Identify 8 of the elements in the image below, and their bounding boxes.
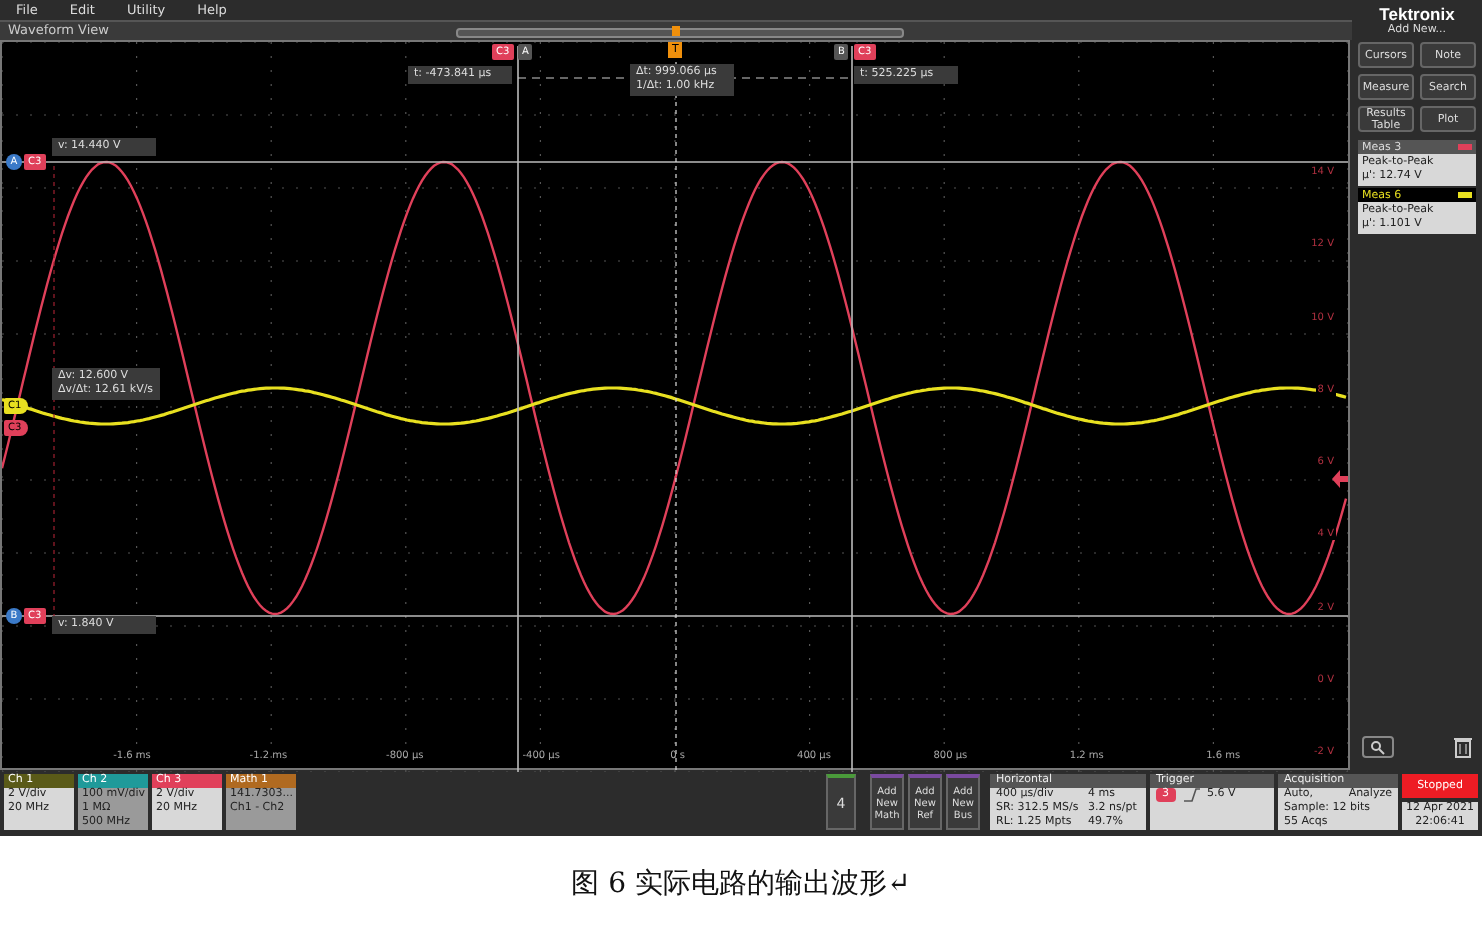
figure-caption: 图 6 实际电路的输出波形↵	[571, 866, 911, 902]
offset-arrow-icon[interactable]	[1332, 469, 1348, 488]
brand-logo: Tektronix	[1377, 4, 1457, 24]
record-slider-handle[interactable]	[671, 25, 680, 36]
rising-edge-icon	[1183, 788, 1199, 802]
cursor-line[interactable]	[2, 615, 1348, 617]
trash-icon[interactable]	[1454, 736, 1472, 758]
zoom-icon[interactable]	[1362, 736, 1394, 758]
